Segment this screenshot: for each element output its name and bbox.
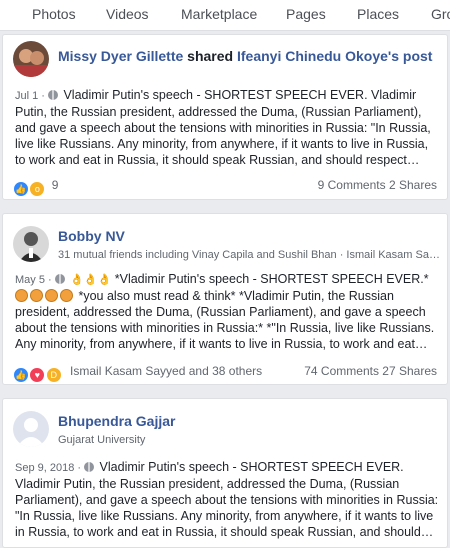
reaction-summary[interactable]: 👍 o 9 xyxy=(13,178,58,197)
tab-pages[interactable]: Pages xyxy=(286,6,326,22)
mutual-friends-line[interactable]: 31 mutual friends including Vinay Capila… xyxy=(58,249,443,261)
post-body[interactable]: Jul 1 · Vladimir Putin's speech - SHORTE… xyxy=(15,87,439,168)
avatar[interactable] xyxy=(13,41,49,77)
like-reaction-icon: 👍 xyxy=(13,181,29,197)
author-name[interactable]: Missy Dyer Gillette xyxy=(58,48,183,64)
shared-from-link[interactable]: Ifeanyi Chinedu Okoye's post xyxy=(237,48,432,64)
post-text-rest: *you also must read & think* *Vladimir P… xyxy=(15,289,435,351)
sad-emoji-icons xyxy=(15,289,75,303)
author-name[interactable]: Bhupendra Gajjar xyxy=(58,413,175,429)
globe-icon xyxy=(84,462,95,472)
shared-word: shared xyxy=(187,48,234,64)
reaction-people: Ismail Kasam Sayyed and 38 others xyxy=(70,364,263,378)
post-card: Missy Dyer Gillette shared Ifeanyi Chine… xyxy=(2,34,448,200)
haha-reaction-icon: D xyxy=(45,367,62,383)
globe-icon xyxy=(47,90,58,100)
search-filter-tabs: Photos Videos Marketplace Pages Places G… xyxy=(0,0,450,31)
globe-icon xyxy=(54,274,65,284)
avatar[interactable] xyxy=(13,411,49,447)
tab-places[interactable]: Places xyxy=(357,6,399,22)
love-reaction-icon: ♥ xyxy=(29,367,46,383)
tab-groups[interactable]: Groups xyxy=(431,6,450,22)
post-stats: 74 Comments 27 Shares xyxy=(304,364,437,378)
avatar[interactable] xyxy=(13,226,49,262)
shares-count[interactable]: 2 Shares xyxy=(389,178,437,192)
reaction-summary[interactable]: 👍 ♥ D Ismail Kasam Sayyed and 38 others xyxy=(13,364,262,383)
post-text: Vladimir Putin's speech - SHORTEST SPEEC… xyxy=(15,88,431,167)
post-card: Bhupendra Gajjar Gujarat University Sep … xyxy=(2,398,448,548)
post-body[interactable]: May 5 · 👌👌👌 *Vladimir Putin's speech - S… xyxy=(15,271,439,352)
post-date[interactable]: Sep 9, 2018 · xyxy=(15,462,81,474)
workplace-line[interactable]: Gujarat University xyxy=(58,434,443,446)
post-card: Bobby NV 31 mutual friends including Vin… xyxy=(2,213,448,385)
hands-emoji-icon: 👌👌👌 xyxy=(70,274,112,286)
tab-videos[interactable]: Videos xyxy=(106,6,149,22)
tab-photos[interactable]: Photos xyxy=(32,6,76,22)
post-date[interactable]: Jul 1 · xyxy=(15,90,45,102)
shares-count[interactable]: 27 Shares xyxy=(382,364,437,378)
author-name[interactable]: Bobby NV xyxy=(58,228,125,244)
post-author-line: Bobby NV xyxy=(58,228,125,244)
post-body[interactable]: Sep 9, 2018 · Vladimir Putin's speech - … xyxy=(15,459,439,540)
post-stats: 9 Comments 2 Shares xyxy=(318,178,437,192)
post-author-line: Bhupendra Gajjar xyxy=(58,413,175,429)
post-date[interactable]: May 5 · xyxy=(15,274,52,286)
wow-reaction-icon: o xyxy=(29,181,46,197)
reaction-count: 9 xyxy=(51,178,59,192)
like-reaction-icon: 👍 xyxy=(13,367,29,383)
post-text-start: *Vladimir Putin's speech - SHORTEST SPEE… xyxy=(114,272,429,286)
tab-marketplace[interactable]: Marketplace xyxy=(181,6,257,22)
comments-count[interactable]: 74 Comments xyxy=(304,364,379,378)
post-author-line: Missy Dyer Gillette shared Ifeanyi Chine… xyxy=(58,48,432,64)
comments-count[interactable]: 9 Comments xyxy=(318,178,386,192)
